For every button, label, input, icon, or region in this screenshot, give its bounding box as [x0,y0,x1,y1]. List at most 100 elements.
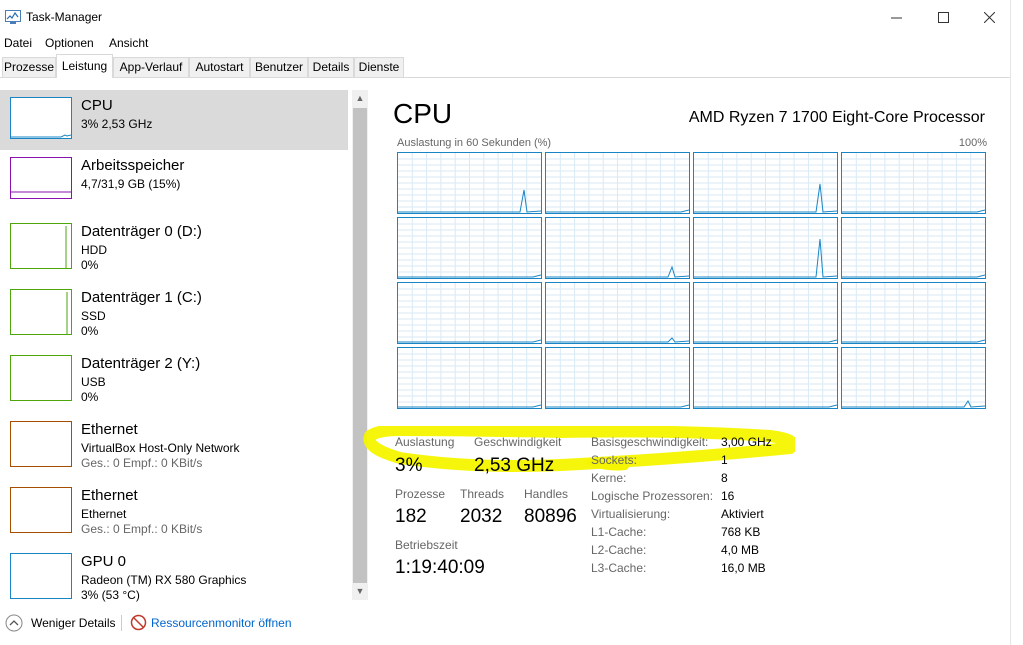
minimize-icon [890,17,902,18]
betriebszeit-value: 1:19:40:09 [395,557,485,578]
threads-label: Threads [460,487,505,501]
info-label-kerne: Kerne: [591,471,627,485]
footer-divider [121,615,122,631]
geschwindigkeit-value: 2,53 GHz [474,455,555,476]
auslastung-value: 3% [395,455,423,476]
info-value-l2-cache: 4,0 MB [721,543,760,557]
info-value-virtualisierung: Aktiviert [721,507,764,521]
resource-monitor-icon [130,614,147,631]
maximize-button[interactable] [920,0,966,34]
task-manager-icon [5,10,21,24]
logical-processor-graph [545,217,690,279]
sidebar-item-usage: 3% (53 °C) [81,588,140,602]
menu-optionen[interactable]: Optionen [45,36,94,50]
cpu-thumbnail-graph [10,97,72,139]
geschwindigkeit-label: Geschwindigkeit [474,435,562,449]
info-value-l3-cache: 16,0 MB [721,561,766,575]
info-value-l1-cache: 768 KB [721,525,761,539]
sidebar-item-disk-0[interactable]: Datenträger 0 (D:) HDD 0% [0,216,348,276]
maximize-icon [937,11,949,23]
sidebar-item-detail: SSD [81,309,106,323]
info-label-l3-cache: L3-Cache: [591,561,647,575]
close-button[interactable] [966,0,1012,34]
sidebar-item-title: Datenträger 2 (Y:) [81,355,201,372]
sidebar-item-detail: 3% 2,53 GHz [81,117,153,131]
sidebar-item-gpu[interactable]: GPU 0 Radeon (TM) RX 580 Graphics 3% (53… [0,546,348,606]
tab-details[interactable]: Details [308,57,354,77]
disk-thumbnail-graph [10,223,72,269]
ethernet-thumbnail-graph [10,487,72,533]
info-label-basisgeschwindigkeit: Basisgeschwindigkeit: [591,435,709,449]
ethernet-thumbnail-graph [10,421,72,467]
resource-sidebar: CPU 3% 2,53 GHz Arbeitsspeicher 4,7/31,9… [0,90,350,602]
sidebar-item-title: Datenträger 1 (C:) [81,289,202,306]
threads-value: 2032 [460,506,503,527]
sidebar-item-usage: 0% [81,324,99,338]
sidebar-item-title: Ethernet [81,421,138,438]
tab-bar: Prozesse Leistung App-Verlauf Autostart … [0,54,1010,78]
sidebar-item-disk-1[interactable]: Datenträger 1 (C:) SSD 0% [0,282,348,342]
sidebar-item-cpu[interactable]: CPU 3% 2,53 GHz [0,90,348,150]
sidebar-item-title: Ethernet [81,487,138,504]
auslastung-label: Auslastung [395,435,455,449]
page-title: CPU [393,98,453,129]
tab-autostart[interactable]: Autostart [189,57,250,77]
graph-caption: Auslastung in 60 Sekunden (%) [397,137,552,149]
sidebar-item-disk-2[interactable]: Datenträger 2 (Y:) USB 0% [0,348,348,408]
sidebar-item-ethernet-virtualbox[interactable]: Ethernet VirtualBox Host-Only Network Ge… [0,414,348,474]
sidebar-item-detail: Radeon (TM) RX 580 Graphics [81,573,247,587]
fewer-details-link[interactable]: Weniger Details [31,616,115,630]
logical-processor-graph [397,217,542,279]
sidebar-scrollbar[interactable]: ▲ ▼ [352,90,368,600]
gpu-thumbnail-graph [10,553,72,599]
title-bar: Task-Manager [0,0,1010,34]
sidebar-item-memory[interactable]: Arbeitsspeicher 4,7/31,9 GB (15%) [0,150,348,210]
memory-thumbnail-graph [10,157,72,199]
logical-processor-graph [841,217,986,279]
info-label-logische-prozessoren: Logische Prozessoren: [591,489,714,503]
logical-processor-graph [545,282,690,344]
prozesse-value: 182 [395,506,427,527]
sidebar-item-detail: Ethernet [81,507,127,521]
logical-processor-graph [841,282,986,344]
sidebar-item-throughput: Ges.: 0 Empf.: 0 KBit/s [81,456,203,470]
sidebar-item-detail: USB [81,375,106,389]
menu-bar: Datei Optionen Ansicht [0,34,1010,52]
tab-leistung[interactable]: Leistung [56,54,113,78]
tab-dienste[interactable]: Dienste [354,57,404,77]
disk-thumbnail-graph [10,289,72,335]
tab-prozesse[interactable]: Prozesse [2,57,56,77]
scroll-up-arrow-icon[interactable]: ▲ [352,90,368,106]
sidebar-item-title: Datenträger 0 (D:) [81,223,202,240]
tab-benutzer[interactable]: Benutzer [250,57,308,77]
logical-processor-graph [397,282,542,344]
menu-ansicht[interactable]: Ansicht [109,36,148,50]
info-value-sockets: 1 [721,453,728,467]
prozesse-label: Prozesse [395,487,446,501]
handles-value: 80896 [524,506,577,527]
scroll-thumb[interactable] [353,108,367,583]
open-resource-monitor-link[interactable]: Ressourcenmonitor öffnen [151,616,292,630]
sidebar-item-title: CPU [81,97,113,114]
graph-max-label: 100% [958,137,987,149]
logical-processor-graph [693,152,838,214]
menu-datei[interactable]: Datei [4,36,32,50]
scroll-down-arrow-icon[interactable]: ▼ [352,583,368,599]
close-icon [983,11,995,23]
disk-thumbnail-graph [10,355,72,401]
logical-processor-graph [693,347,838,409]
sidebar-item-detail: HDD [81,243,107,257]
info-value-basisgeschwindigkeit: 3,00 GHz [721,435,772,449]
minimize-button[interactable] [873,0,919,34]
sidebar-item-ethernet[interactable]: Ethernet Ethernet Ges.: 0 Empf.: 0 KBit/… [0,480,348,540]
collapse-chevron-icon[interactable] [5,614,23,632]
sidebar-item-title: Arbeitsspeicher [81,157,185,174]
logical-processor-graph [545,152,690,214]
logical-processor-graph [693,217,838,279]
info-label-l2-cache: L2-Cache: [591,543,647,557]
sidebar-item-usage: 0% [81,258,99,272]
logical-processor-graph [693,282,838,344]
tab-app-verlauf[interactable]: App-Verlauf [113,57,189,77]
logical-processor-graph [397,347,542,409]
handles-label: Handles [524,487,569,501]
